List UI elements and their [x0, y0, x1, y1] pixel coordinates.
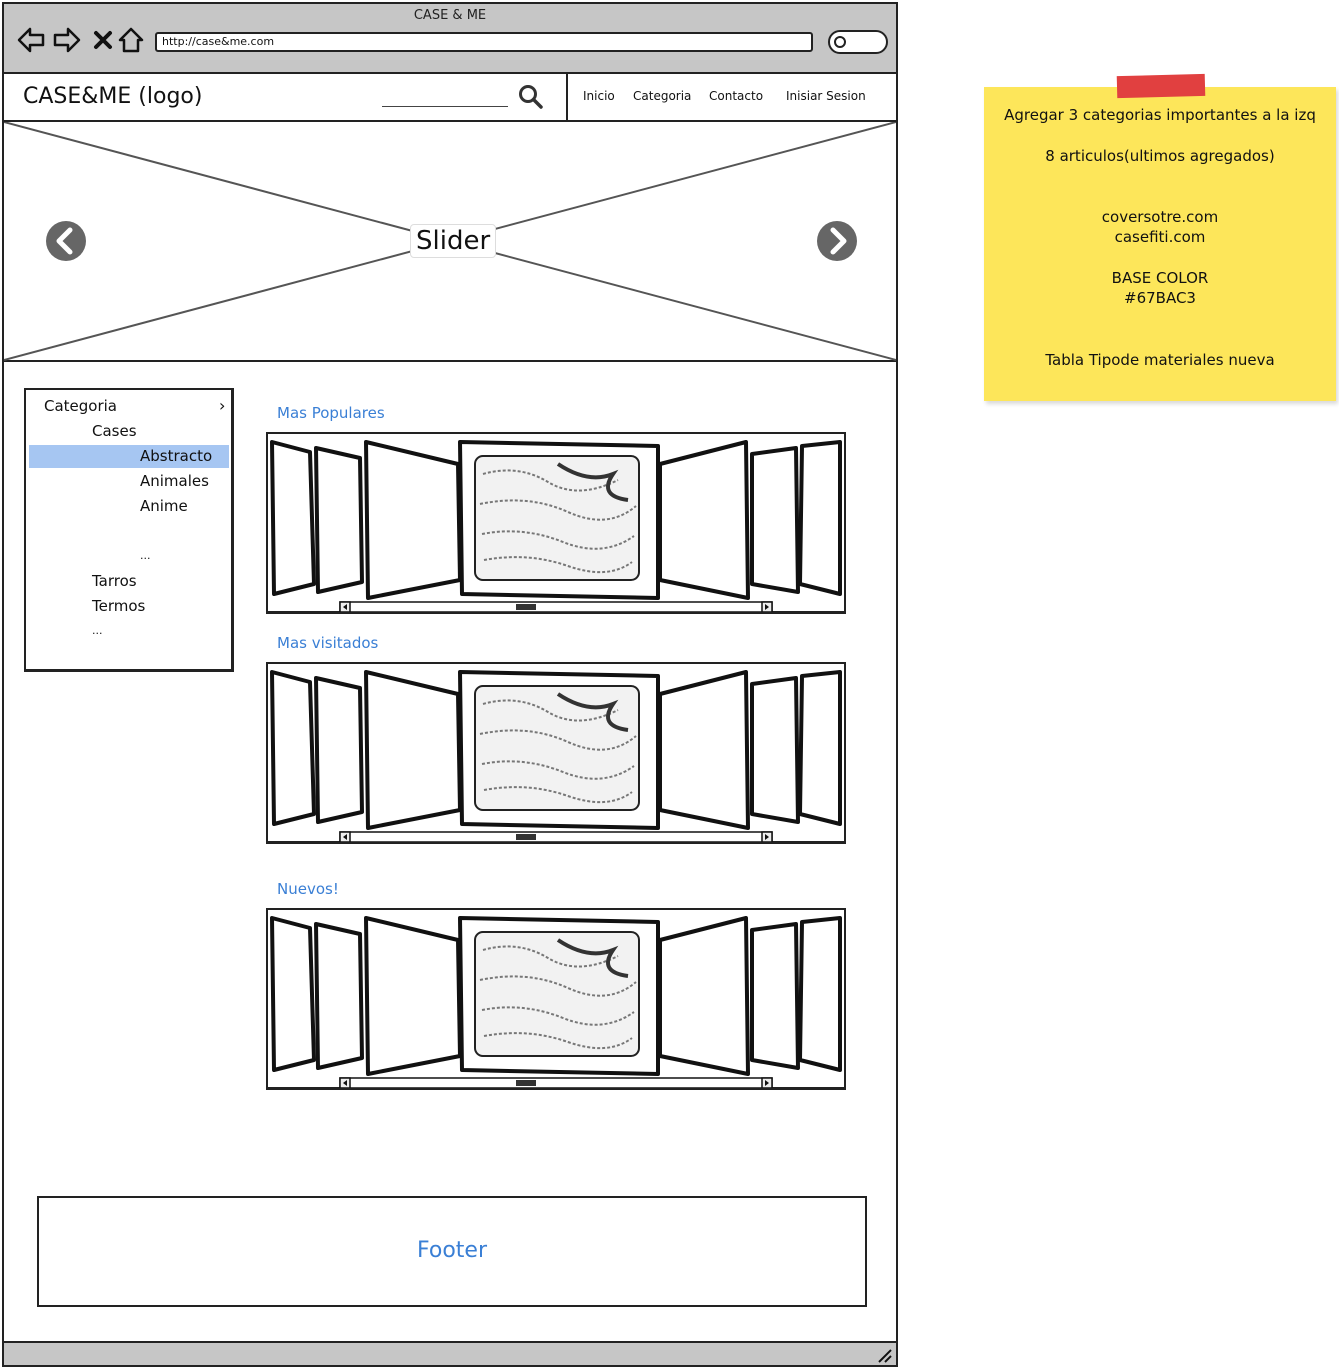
cover-card[interactable]: [798, 916, 842, 1072]
cover-flow-carousel[interactable]: [266, 662, 846, 844]
close-icon[interactable]: [88, 26, 118, 54]
note-line: Tabla Tipode materiales nueva: [1045, 351, 1275, 369]
note-line: BASE COLOR: [1111, 269, 1209, 287]
note-line: coversotre.com: [1101, 208, 1219, 226]
cover-card[interactable]: [750, 922, 800, 1070]
url-input[interactable]: http://case&me.com: [155, 32, 813, 52]
cover-card[interactable]: [364, 440, 462, 600]
search-input[interactable]: [382, 106, 508, 107]
cover-flow-carousel[interactable]: [266, 908, 846, 1090]
category-item-animales[interactable]: Animales: [140, 470, 209, 492]
cover-card[interactable]: [658, 440, 750, 600]
carousel-scrollbar: [339, 1077, 773, 1088]
search-icon[interactable]: [518, 84, 544, 110]
browser-window: CASE & ME http://case&me.com CASE&ME (lo…: [2, 2, 898, 1367]
search-icon: [834, 36, 846, 48]
cover-image-placeholder: [474, 685, 640, 811]
cover-card[interactable]: [314, 446, 364, 594]
cover-flow-carousel[interactable]: [266, 432, 846, 614]
resize-grip-icon[interactable]: [876, 1347, 892, 1363]
category-item-more[interactable]: ...: [140, 545, 151, 567]
category-item-abstracto[interactable]: Abstracto: [140, 445, 212, 467]
chevron-right-icon[interactable]: ›: [219, 396, 225, 415]
browser-titlebar: CASE & ME http://case&me.com: [4, 4, 896, 74]
cover-card[interactable]: [270, 440, 316, 596]
sticky-note: Agregar 3 categorias importantes a la iz…: [984, 87, 1336, 401]
site-logo[interactable]: CASE&ME (logo): [23, 84, 202, 109]
cover-card[interactable]: [750, 446, 800, 594]
carousel-title-visitados[interactable]: Mas visitados: [277, 634, 378, 652]
back-arrow-icon[interactable]: [16, 26, 46, 54]
note-line: casefiti.com: [1114, 228, 1206, 246]
cover-card[interactable]: [270, 670, 316, 826]
footer-label: Footer: [417, 1238, 487, 1263]
nav-item-inicio[interactable]: Inicio: [583, 89, 615, 103]
note-line: 8 articulos(ultimos agregados): [1045, 147, 1275, 165]
slider-label: Slider: [410, 224, 497, 258]
category-item-categoria[interactable]: Categoria: [44, 395, 117, 417]
browser-search-field[interactable]: [828, 30, 888, 54]
hero-slider: Slider: [4, 122, 896, 362]
site-header: CASE&ME (logo): [4, 74, 566, 122]
cover-card[interactable]: [658, 916, 750, 1076]
window-title: CASE & ME: [413, 8, 487, 23]
nav-item-contacto[interactable]: Contacto: [709, 89, 763, 103]
note-line: Agregar 3 categorias importantes a la iz…: [1004, 106, 1316, 124]
cover-card[interactable]: [314, 676, 364, 824]
carousel-title-nuevos[interactable]: Nuevos!: [277, 880, 339, 898]
nav-item-iniciar-sesion[interactable]: Inisiar Sesion: [786, 89, 866, 103]
category-item-more-2[interactable]: ...: [92, 620, 103, 642]
slider-next-icon[interactable]: [816, 220, 858, 262]
main-nav: Inicio Categoria Contacto Inisiar Sesion: [566, 74, 896, 122]
sticky-tape: [1116, 73, 1206, 99]
carousel-scrollbar: [339, 601, 773, 612]
home-icon[interactable]: [116, 26, 146, 54]
cover-card[interactable]: [364, 916, 462, 1076]
cover-card[interactable]: [658, 670, 750, 830]
browser-statusbar: [4, 1341, 896, 1365]
category-item-cases[interactable]: Cases: [92, 420, 137, 442]
cover-image-placeholder: [474, 931, 640, 1057]
cover-card[interactable]: [798, 440, 842, 596]
carousel-scrollbar: [339, 831, 773, 842]
forward-arrow-icon[interactable]: [52, 26, 82, 54]
category-item-tarros[interactable]: Tarros: [92, 570, 137, 592]
cover-card[interactable]: [270, 916, 316, 1072]
cover-card[interactable]: [750, 676, 800, 824]
category-item-anime[interactable]: Anime: [140, 495, 188, 517]
cover-card[interactable]: [364, 670, 462, 830]
note-line: #67BAC3: [1124, 289, 1196, 307]
category-item-termos[interactable]: Termos: [92, 595, 145, 617]
nav-item-categoria[interactable]: Categoria: [633, 89, 691, 103]
carousel-title-populares[interactable]: Mas Populares: [277, 404, 385, 422]
footer: Footer: [37, 1196, 867, 1307]
cover-card[interactable]: [314, 922, 364, 1070]
cover-image-placeholder: [474, 455, 640, 581]
slider-prev-icon[interactable]: [45, 220, 87, 262]
category-tree: › Categoria Cases Abstracto Animales Ani…: [24, 388, 234, 672]
cover-card[interactable]: [798, 670, 842, 826]
